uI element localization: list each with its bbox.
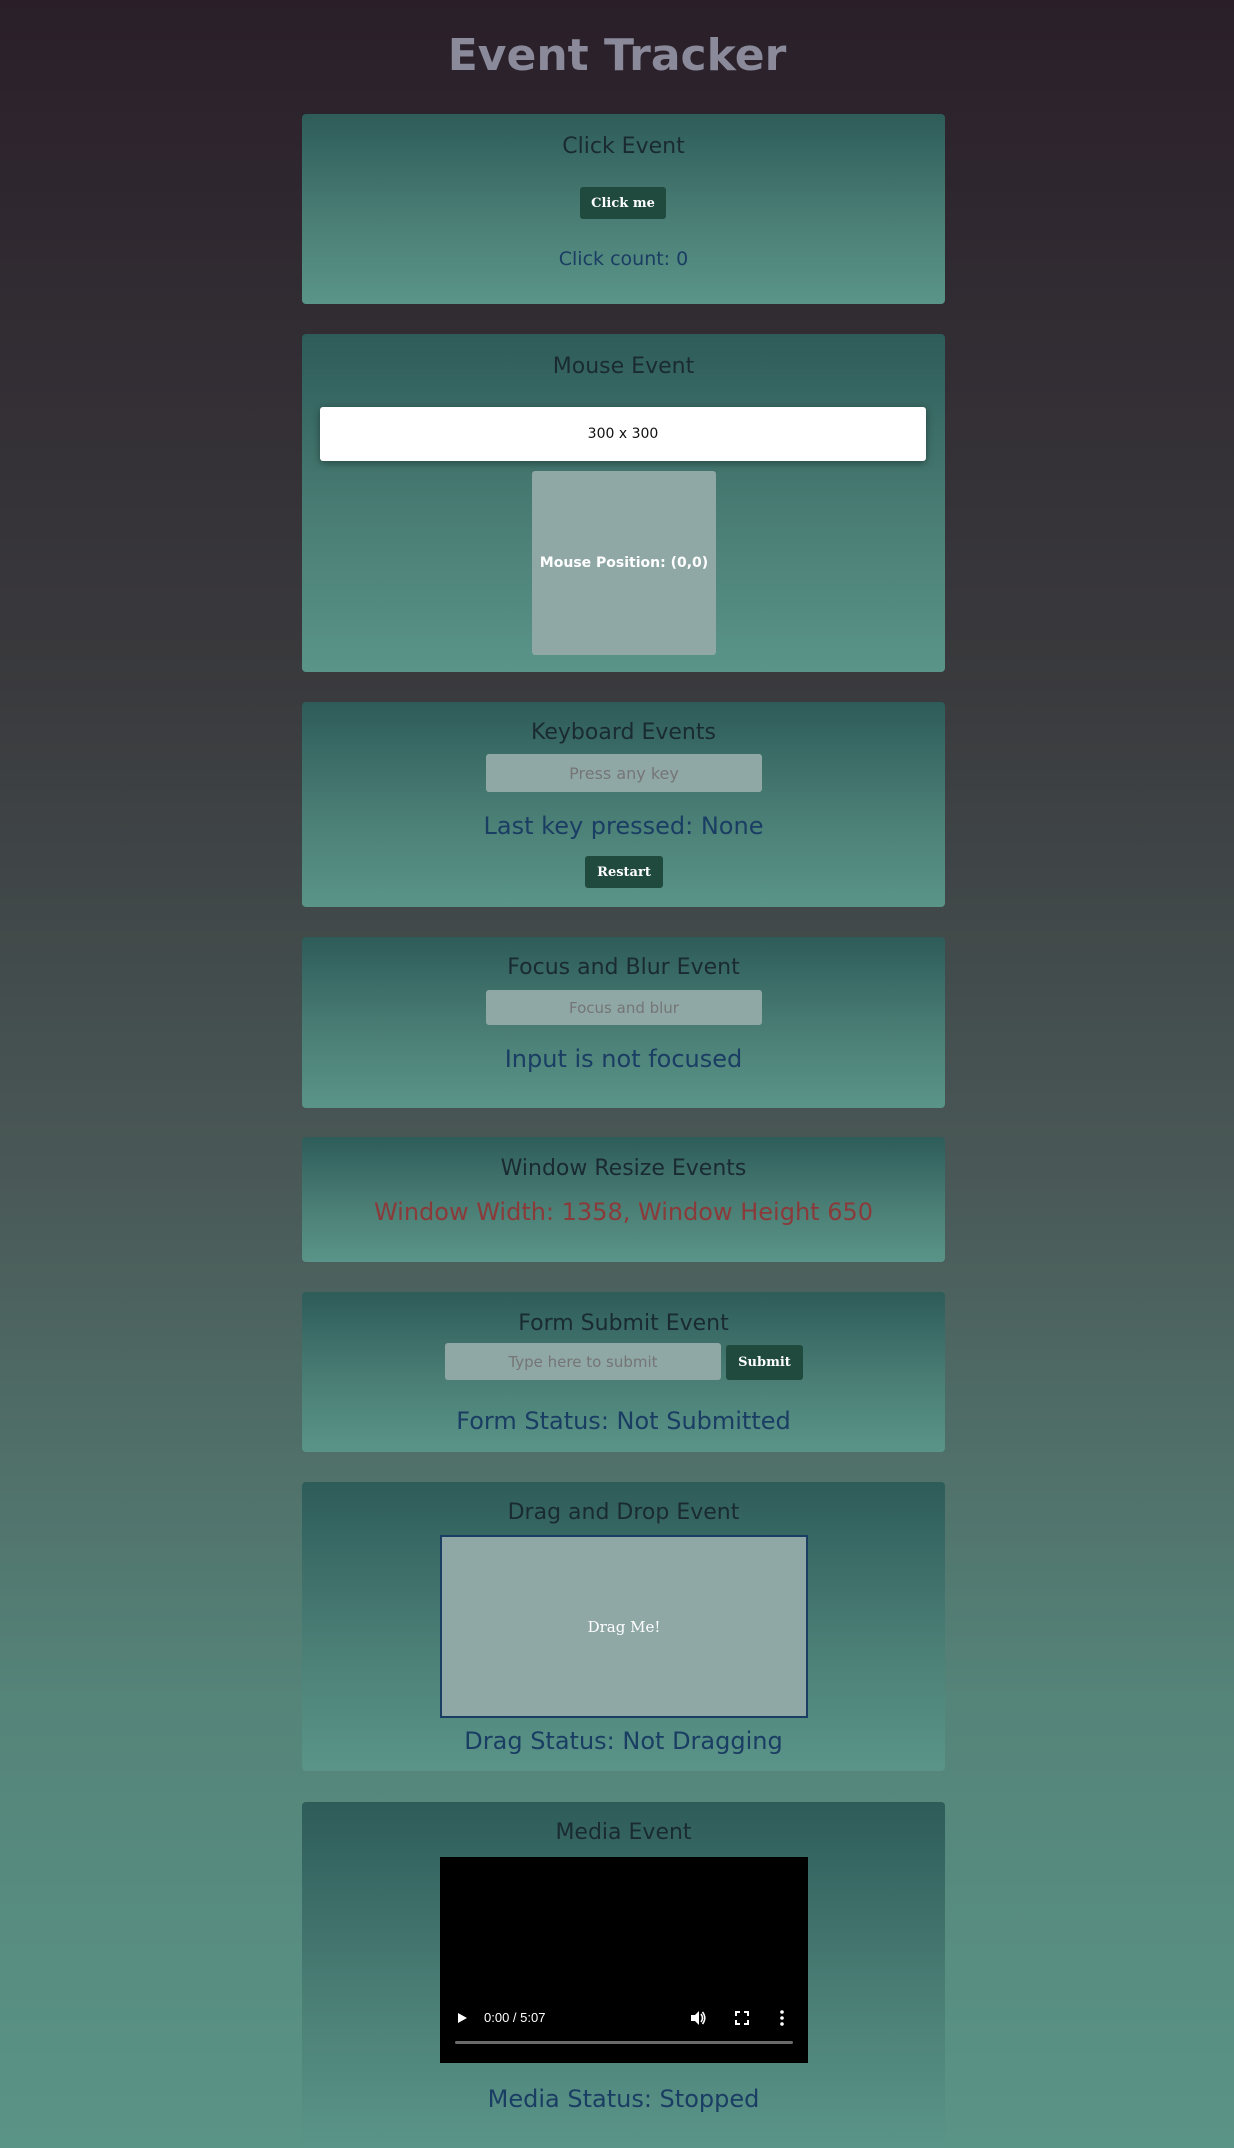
video-time: 0:00 / 5:07 bbox=[484, 2010, 546, 2025]
last-key-status: Last key pressed: None bbox=[483, 812, 764, 840]
focus-status: Input is not focused bbox=[504, 1045, 743, 1073]
click-count: Click count: 0 bbox=[558, 248, 689, 270]
media-event-title: Media Event bbox=[555, 1820, 692, 1845]
size-display: 300 x 300 bbox=[320, 407, 926, 461]
restart-button[interactable]: Restart bbox=[585, 856, 663, 888]
volume-icon[interactable] bbox=[689, 2009, 707, 2027]
focus-event-title: Focus and Blur Event bbox=[507, 955, 740, 980]
video-player[interactable]: 0:00 / 5:07 bbox=[440, 1857, 808, 2063]
keyboard-event-card: Keyboard Events Last key pressed: None R… bbox=[302, 702, 945, 907]
focus-event-card: Focus and Blur Event Input is not focuse… bbox=[302, 937, 945, 1108]
window-size-status: Window Width: 1358, Window Height 650 bbox=[373, 1198, 874, 1226]
drag-box-label: Drag Me! bbox=[587, 1617, 661, 1636]
form-event-title: Form Submit Event bbox=[518, 1311, 729, 1336]
drag-status: Drag Status: Not Dragging bbox=[464, 1727, 783, 1755]
form-event-card: Form Submit Event Submit Form Status: No… bbox=[302, 1292, 945, 1452]
keyboard-event-title: Keyboard Events bbox=[531, 720, 716, 745]
more-options-icon[interactable] bbox=[778, 2009, 786, 2027]
mouse-event-title: Mouse Event bbox=[552, 354, 695, 379]
drag-event-title: Drag and Drop Event bbox=[507, 1500, 740, 1525]
drag-box[interactable]: Drag Me! bbox=[440, 1535, 808, 1718]
mouse-position-label: Mouse Position: (0,0) bbox=[539, 555, 709, 571]
page-title: Event Tracker bbox=[447, 30, 787, 81]
click-event-card: Click Event Click me Click count: 0 bbox=[302, 114, 945, 304]
media-status: Media Status: Stopped bbox=[487, 2085, 760, 2113]
fullscreen-icon[interactable] bbox=[734, 2010, 750, 2026]
submit-button[interactable]: Submit bbox=[726, 1345, 803, 1380]
click-me-button[interactable]: Click me bbox=[580, 187, 666, 219]
click-event-title: Click Event bbox=[562, 134, 685, 159]
play-icon[interactable] bbox=[455, 2011, 469, 2025]
key-input[interactable] bbox=[486, 754, 762, 792]
drag-event-card: Drag and Drop Event Drag Me! Drag Status… bbox=[302, 1482, 945, 1771]
focus-input[interactable] bbox=[486, 990, 762, 1025]
mouse-tracking-area[interactable]: Mouse Position: (0,0) bbox=[532, 471, 716, 655]
form-status: Form Status: Not Submitted bbox=[456, 1407, 791, 1435]
media-event-card: Media Event 0:00 / 5:07 Media Status: St… bbox=[302, 1802, 945, 2148]
video-progress-bar[interactable] bbox=[455, 2041, 793, 2044]
mouse-event-card: Mouse Event 300 x 300 Mouse Position: (0… bbox=[302, 334, 945, 672]
form-input[interactable] bbox=[445, 1343, 721, 1380]
resize-event-card: Window Resize Events Window Width: 1358,… bbox=[302, 1137, 945, 1262]
resize-event-title: Window Resize Events bbox=[500, 1156, 747, 1181]
